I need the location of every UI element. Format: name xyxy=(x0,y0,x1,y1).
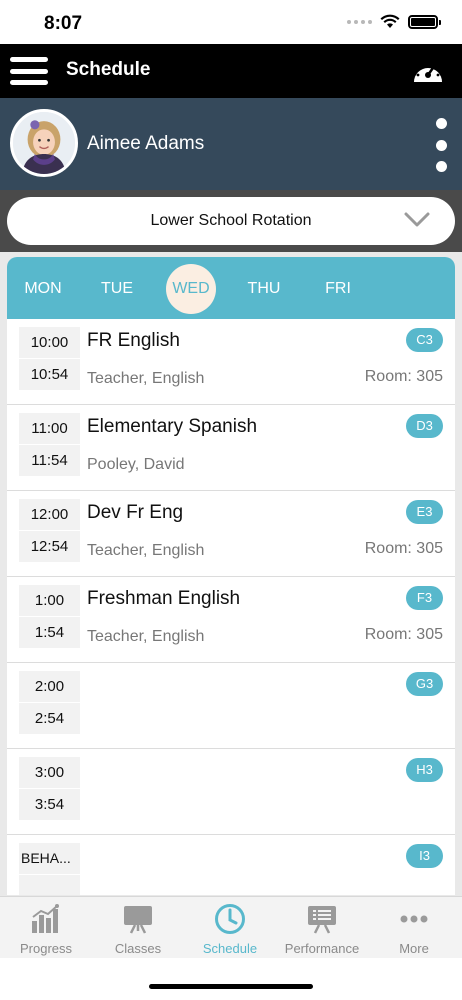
period-row[interactable]: 12:00 12:54 Dev Fr Eng Teacher, English … xyxy=(7,491,455,577)
period-end-time: 10:54 xyxy=(19,359,80,390)
day-tab-wed[interactable]: WED xyxy=(166,264,216,314)
day-tab-mon[interactable]: MON xyxy=(13,280,73,298)
app-header: Schedule xyxy=(0,44,462,98)
bar-chart-icon xyxy=(32,904,59,933)
tab-label: Classes xyxy=(114,941,162,956)
period-time: 11:00 11:54 xyxy=(19,413,80,476)
period-start-time: 10:00 xyxy=(19,327,80,358)
bottom-tab-bar: Progress Classes Schedule Performance Mo… xyxy=(0,896,462,958)
speedometer-icon[interactable] xyxy=(412,56,444,86)
teacher-name: Pooley, David xyxy=(87,456,185,473)
tab-performance[interactable]: Performance xyxy=(276,897,368,959)
chevron-down-icon xyxy=(404,212,430,227)
day-selector: MON TUE WED THU FRI xyxy=(7,257,455,319)
block-badge: C3 xyxy=(406,328,443,352)
period-start-time: BEHA... xyxy=(19,843,80,874)
period-time: 3:00 3:54 xyxy=(19,757,80,820)
room-label: Room: 305 xyxy=(364,626,443,643)
student-photo xyxy=(13,112,75,174)
period-end-time: 12:54 xyxy=(19,531,80,562)
period-time: BEHA... xyxy=(19,843,80,895)
period-row[interactable]: 3:00 3:54 H3 xyxy=(7,749,455,835)
day-tab-thu[interactable]: THU xyxy=(234,280,294,298)
block-badge: I3 xyxy=(406,844,443,868)
student-name: Aimee Adams xyxy=(87,133,205,154)
teacher-name: Teacher, English xyxy=(87,542,205,559)
period-time: 10:00 10:54 xyxy=(19,327,80,390)
period-start-time: 1:00 xyxy=(19,585,80,616)
block-badge: G3 xyxy=(406,672,443,696)
period-end-time: 11:54 xyxy=(19,445,80,476)
status-bar: 8:07 xyxy=(0,0,462,44)
tab-progress[interactable]: Progress xyxy=(0,897,92,959)
room-label: Room: 305 xyxy=(364,368,443,385)
easel-board-icon xyxy=(124,906,152,934)
rotation-dropdown[interactable]: Lower School Rotation xyxy=(7,197,455,245)
period-start-time: 12:00 xyxy=(19,499,80,530)
page-title: Schedule xyxy=(66,59,151,80)
home-indicator xyxy=(149,984,313,989)
tab-label: Performance xyxy=(284,941,360,956)
period-row[interactable]: BEHA... I3 xyxy=(7,835,455,895)
presentation-board-icon xyxy=(308,906,336,934)
period-start-time: 11:00 xyxy=(19,413,80,444)
tab-more[interactable]: More xyxy=(368,897,460,959)
period-time: 12:00 12:54 xyxy=(19,499,80,562)
class-title: Freshman English xyxy=(87,588,241,609)
tab-label: Progress xyxy=(19,941,73,956)
tab-schedule[interactable]: Schedule xyxy=(184,897,276,959)
rotation-bar: Lower School Rotation xyxy=(0,190,462,252)
signal-icon xyxy=(347,19,372,24)
status-time: 8:07 xyxy=(44,13,83,34)
battery-icon xyxy=(408,14,441,29)
period-list: 10:00 10:54 FR English Teacher, English … xyxy=(7,319,455,895)
status-icons xyxy=(347,14,441,29)
tab-classes[interactable]: Classes xyxy=(92,897,184,959)
wifi-icon xyxy=(380,14,400,28)
hamburger-icon[interactable] xyxy=(10,57,48,85)
period-time: 1:00 1:54 xyxy=(19,585,80,648)
period-start-time: 2:00 xyxy=(19,671,80,702)
room-label: Room: 305 xyxy=(364,540,443,557)
profile-bar: Aimee Adams xyxy=(0,98,462,190)
class-title: Elementary Spanish xyxy=(87,416,258,437)
schedule-card: MON TUE WED THU FRI 10:00 10:54 FR Engli… xyxy=(7,257,455,895)
block-badge: H3 xyxy=(406,758,443,782)
kebab-icon[interactable] xyxy=(434,118,448,172)
tab-label: Schedule xyxy=(202,941,258,956)
period-time: 2:00 2:54 xyxy=(19,671,80,734)
day-tab-fri[interactable]: FRI xyxy=(308,280,368,298)
class-title: Dev Fr Eng xyxy=(87,502,184,523)
period-start-time: 3:00 xyxy=(19,757,80,788)
period-row[interactable]: 11:00 11:54 Elementary Spanish Pooley, D… xyxy=(7,405,455,491)
period-row[interactable]: 2:00 2:54 G3 xyxy=(7,663,455,749)
rotation-label: Lower School Rotation xyxy=(150,212,312,229)
more-dots-icon xyxy=(400,915,428,923)
clock-icon xyxy=(215,904,245,934)
block-badge: E3 xyxy=(406,500,443,524)
period-end-time xyxy=(19,875,80,895)
block-badge: D3 xyxy=(406,414,443,438)
class-title: FR English xyxy=(87,330,180,351)
avatar[interactable] xyxy=(10,109,78,177)
period-end-time: 3:54 xyxy=(19,789,80,820)
period-end-time: 1:54 xyxy=(19,617,80,648)
day-tab-tue[interactable]: TUE xyxy=(87,280,147,298)
teacher-name: Teacher, English xyxy=(87,628,205,645)
teacher-name: Teacher, English xyxy=(87,370,205,387)
tab-label: More xyxy=(399,941,429,956)
period-end-time: 2:54 xyxy=(19,703,80,734)
block-badge: F3 xyxy=(406,586,443,610)
period-row[interactable]: 1:00 1:54 Freshman English Teacher, Engl… xyxy=(7,577,455,663)
period-row[interactable]: 10:00 10:54 FR English Teacher, English … xyxy=(7,319,455,405)
